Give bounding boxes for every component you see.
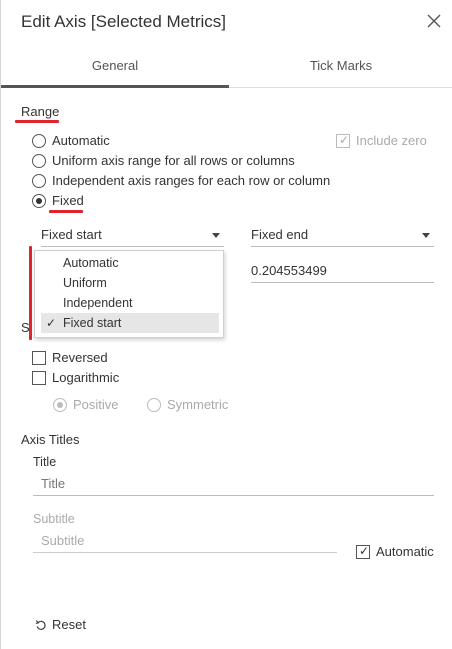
dialog-title: Edit Axis [Selected Metrics] xyxy=(21,12,227,31)
radio-positive[interactable]: Positive xyxy=(53,396,143,414)
fixed-end-input[interactable]: 0.204553499 xyxy=(251,261,434,283)
menu-item-label: Automatic xyxy=(63,256,119,270)
radio-independent[interactable]: Independent axis ranges for each row or … xyxy=(32,172,352,190)
title-input[interactable]: Title xyxy=(33,474,434,496)
radio-label: Independent axis ranges for each row or … xyxy=(52,173,331,188)
undo-icon xyxy=(35,619,47,631)
menu-item-uniform[interactable]: Uniform xyxy=(41,273,219,293)
annotation-underline-range xyxy=(15,120,59,123)
menu-item-label: Fixed start xyxy=(63,316,122,330)
include-zero-checkbox[interactable]: ✓ Include zero xyxy=(336,132,446,150)
chevron-down-icon xyxy=(212,233,220,238)
fixed-end-dropdown[interactable]: Fixed end xyxy=(251,225,434,247)
radio-label: Fixed xyxy=(52,193,84,208)
annotation-underline-fixed xyxy=(49,210,83,213)
tab-general[interactable]: General xyxy=(1,44,229,88)
checkbox-label: Logarithmic xyxy=(52,370,120,385)
tab-bar: General Tick Marks xyxy=(1,44,452,88)
radio-button[interactable] xyxy=(147,398,161,412)
menu-item-label: Uniform xyxy=(63,276,107,290)
checkbox-label: Automatic xyxy=(376,544,434,559)
menu-item-automatic[interactable]: Automatic xyxy=(41,253,219,273)
radio-button[interactable] xyxy=(32,154,46,168)
reset-button[interactable]: Reset xyxy=(35,617,105,635)
edit-axis-dialog: Edit Axis [Selected Metrics] General Tic… xyxy=(0,0,452,649)
radio-fixed[interactable]: Fixed xyxy=(32,192,152,210)
radio-button[interactable] xyxy=(32,134,46,148)
fixed-end-value: 0.204553499 xyxy=(251,263,327,278)
chevron-down-icon xyxy=(422,233,430,238)
annotation-vline-menu xyxy=(29,246,32,340)
axis-titles-heading: Axis Titles xyxy=(21,432,80,447)
range-heading: Range xyxy=(21,104,60,119)
radio-button[interactable] xyxy=(32,174,46,188)
logarithmic-checkbox[interactable]: Logarithmic xyxy=(32,369,172,387)
reset-label: Reset xyxy=(52,617,86,632)
tab-tick-marks[interactable]: Tick Marks xyxy=(229,44,452,88)
check-icon: ✓ xyxy=(339,133,350,147)
menu-item-fixed-start[interactable]: ✓ Fixed start xyxy=(41,313,219,333)
radio-label: Symmetric xyxy=(167,397,229,412)
radio-label: Automatic xyxy=(52,133,110,148)
check-icon: ✓ xyxy=(359,544,370,558)
title-placeholder: Title xyxy=(41,476,66,491)
fixed-start-menu: Automatic Uniform Independent ✓ Fixed st… xyxy=(34,250,224,338)
subtitle-label: Subtitle xyxy=(33,512,75,526)
checkbox[interactable] xyxy=(32,351,46,365)
menu-item-label: Independent xyxy=(63,296,133,310)
radio-button[interactable] xyxy=(32,194,46,208)
checkbox-label: Reversed xyxy=(52,350,108,365)
radio-button[interactable] xyxy=(53,398,67,412)
close-icon[interactable] xyxy=(425,12,443,30)
fixed-start-dropdown[interactable]: Fixed start xyxy=(41,225,224,247)
radio-label: Uniform axis range for all rows or colum… xyxy=(52,153,295,168)
dropdown-label: Fixed end xyxy=(251,227,309,242)
dropdown-label: Fixed start xyxy=(41,227,102,242)
reversed-checkbox[interactable]: Reversed xyxy=(32,349,152,367)
automatic-subtitle-checkbox[interactable]: ✓ Automatic xyxy=(356,543,451,561)
check-icon: ✓ xyxy=(46,316,57,330)
radio-symmetric[interactable]: Symmetric xyxy=(147,396,247,414)
radio-uniform[interactable]: Uniform axis range for all rows or colum… xyxy=(32,152,332,170)
radio-automatic[interactable]: Automatic xyxy=(32,132,332,150)
checkbox[interactable] xyxy=(32,371,46,385)
subtitle-placeholder: Subtitle xyxy=(41,533,85,548)
subtitle-input[interactable]: Subtitle xyxy=(33,531,337,553)
checkbox[interactable]: ✓ xyxy=(356,544,370,559)
menu-item-independent[interactable]: Independent xyxy=(41,293,219,313)
radio-label: Positive xyxy=(73,397,119,412)
checkbox-label: Include zero xyxy=(356,133,427,148)
title-label: Title xyxy=(33,455,57,469)
checkbox[interactable]: ✓ xyxy=(336,133,350,148)
